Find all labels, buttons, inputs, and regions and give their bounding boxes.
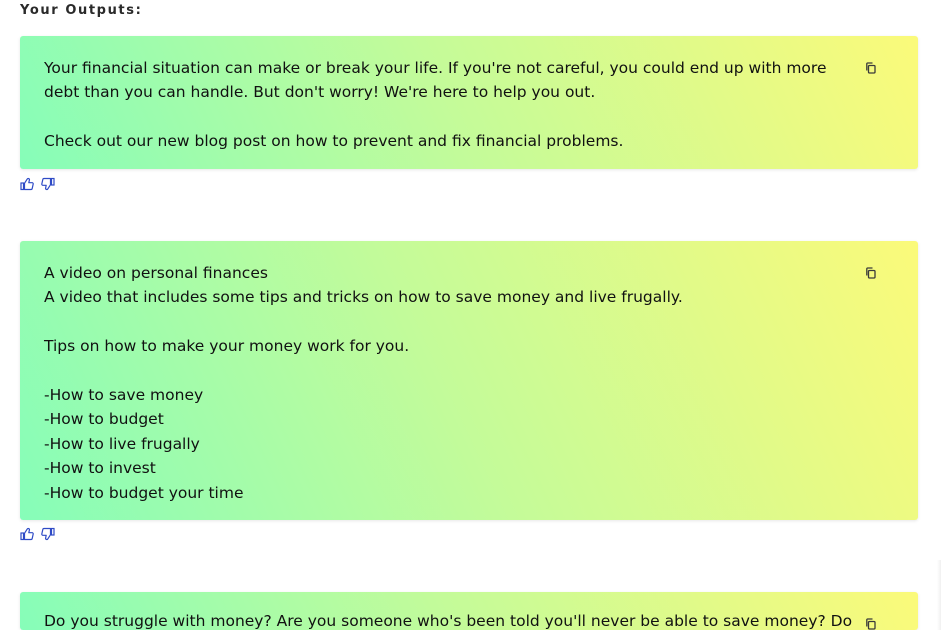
thumbs-down-icon[interactable] <box>40 177 55 191</box>
thumbs-down-icon[interactable] <box>40 527 55 541</box>
copy-icon[interactable] <box>864 617 878 630</box>
copy-icon[interactable] <box>864 61 878 75</box>
thumbs-up-icon[interactable] <box>20 527 35 541</box>
outputs-page: Your Outputs: Your financial situation c… <box>0 0 941 630</box>
output-card: A video on personal finances A video tha… <box>20 241 918 520</box>
feedback-bar <box>20 527 55 541</box>
output-text: Do you struggle with money? Are you some… <box>44 612 853 630</box>
output-card: Your financial situation can make or bre… <box>20 36 918 169</box>
section-title: Your Outputs: <box>20 3 143 18</box>
feedback-bar <box>20 177 55 191</box>
output-card: Do you struggle with money? Are you some… <box>20 592 918 630</box>
scroll-edge-shadow <box>937 560 941 630</box>
output-text: A video on personal finances A video tha… <box>44 264 683 502</box>
thumbs-up-icon[interactable] <box>20 177 35 191</box>
copy-icon[interactable] <box>864 266 878 280</box>
output-text: Your financial situation can make or bre… <box>44 59 827 151</box>
